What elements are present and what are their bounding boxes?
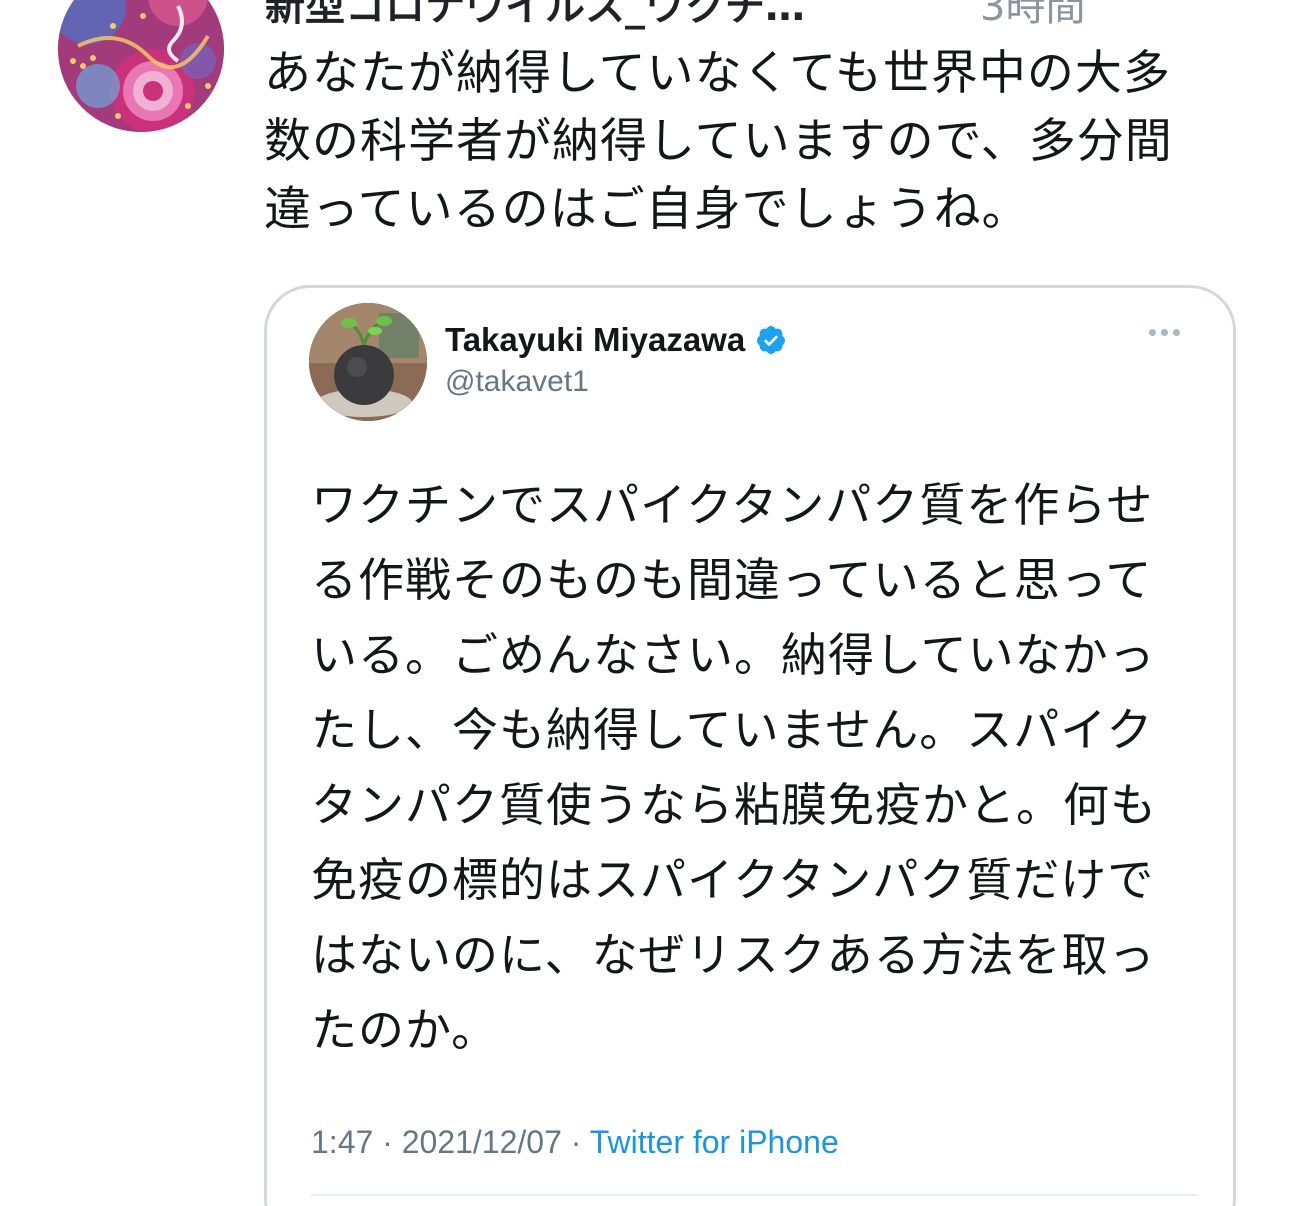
dot (1173, 328, 1180, 336)
quoted-tweet-card[interactable]: Takayuki Miyazawa @takavet1 ワクチンでスパイクタンパ… (264, 285, 1236, 1206)
quoted-text-line: る作戦そのものも間違っていると思って (311, 553, 1153, 607)
tweet-screenshot: 新型コロナウイルス_ワクチ… 3時間 あなたが納得していなくても世界中の大多 数… (0, 0, 1298, 1206)
quoted-text-line: はないのに、なぜリスクある方法を取っ (311, 928, 1156, 982)
meta-separator: · (570, 1124, 582, 1160)
quoted-name-row: Takayuki Miyazawa (445, 318, 787, 362)
quoted-text-line: たのか。 (311, 1003, 499, 1057)
quoted-text-line: いる。ごめんなさい。納得していなかっ (311, 628, 1156, 682)
outer-timestamp[interactable]: 3時間 (980, 0, 1085, 32)
outer-tweet-header: 新型コロナウイルス_ワクチ… 3時間 (265, 0, 1245, 30)
tweet-date[interactable]: 2021/12/07 (402, 1124, 562, 1160)
meta-separator: · (382, 1124, 393, 1160)
quoted-text-line: 免疫の標的はスパイクタンパク質だけで (311, 853, 1155, 907)
dot (1149, 328, 1156, 336)
tweet-time[interactable]: 1:47 (311, 1124, 373, 1160)
verified-badge-icon (755, 324, 787, 356)
more-horizontal-icon[interactable] (1149, 326, 1189, 338)
quoted-avatar[interactable] (309, 303, 427, 421)
quoted-handle[interactable]: @takavet1 (445, 365, 589, 399)
dot (1161, 328, 1168, 336)
outer-text-line: 違っているのはご自身でしょうね。 (264, 182, 1030, 237)
tweet-meta: 1:47 · 2021/12/07 · Twitter for iPhone (311, 1124, 839, 1161)
tweet-source-link[interactable]: Twitter for iPhone (590, 1124, 839, 1160)
quoted-display-name[interactable]: Takayuki Miyazawa (445, 321, 745, 359)
quoted-tweet-text: ワクチンでスパイクタンパク質を作らせ る作戦そのものも間違っていると思って いる… (311, 468, 1211, 1068)
outer-tweet-text: あなたが納得していなくても世界中の大多 数の科学者が納得していますので、多分間 … (264, 40, 1254, 244)
quoted-text-line: ワクチンでスパイクタンパク質を作らせ (311, 478, 1154, 532)
outer-text-line: あなたが納得していなくても世界中の大多 (264, 46, 1171, 101)
divider (311, 1194, 1197, 1196)
outer-display-name[interactable]: 新型コロナウイルス_ワクチ… (265, 0, 805, 32)
quoted-text-line: タンパク質使うなら粘膜免疫かと。何も (311, 778, 1157, 832)
outer-text-line: 数の科学者が納得していますので、多分間 (264, 114, 1173, 169)
outer-avatar[interactable] (58, 0, 224, 132)
quoted-text-line: たし、今も納得していません。スパイク (311, 703, 1154, 757)
